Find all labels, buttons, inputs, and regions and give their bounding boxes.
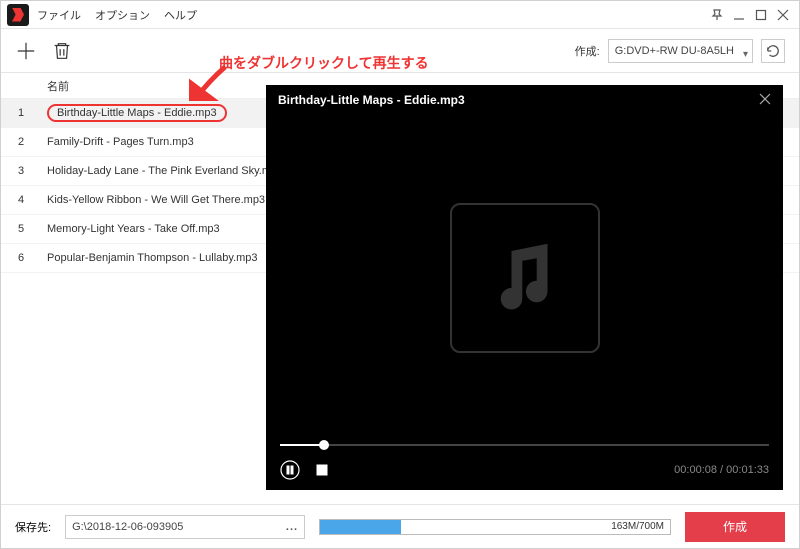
row-number: 5 xyxy=(1,223,41,235)
row-number: 1 xyxy=(1,107,41,119)
toolbar-right: 作成: G:DVD+-RW DU-8A5LH xyxy=(575,39,785,63)
music-placeholder xyxy=(450,203,600,353)
minimize-icon[interactable] xyxy=(733,9,745,21)
save-path-text: G:\2018-12-06-093905 xyxy=(72,521,286,533)
pin-icon[interactable] xyxy=(711,9,723,21)
player-window: Birthday-Little Maps - Eddie.mp3 00:00:0… xyxy=(266,85,783,490)
menu-help[interactable]: ヘルプ xyxy=(164,7,197,23)
create-label: 作成: xyxy=(575,43,600,59)
progress-knob[interactable] xyxy=(319,440,329,450)
titlebar: ファイル オプション ヘルプ xyxy=(1,1,799,29)
player-controls: 00:00:08 / 00:01:33 xyxy=(266,450,783,490)
stop-button[interactable] xyxy=(312,460,332,480)
main-menu: ファイル オプション ヘルプ xyxy=(37,7,197,23)
capacity-fill xyxy=(320,520,400,534)
hint-text: 曲をダブルクリックして再生する xyxy=(219,53,429,73)
bottom-bar: 保存先: G:\2018-12-06-093905 ... 163M/700M … xyxy=(1,504,799,548)
capacity-bar: 163M/700M xyxy=(319,519,671,535)
add-icon[interactable] xyxy=(15,40,37,62)
time-display: 00:00:08 / 00:01:33 xyxy=(674,464,769,476)
pause-button[interactable] xyxy=(280,460,300,480)
close-icon xyxy=(759,93,771,105)
player-close-button[interactable] xyxy=(759,93,771,108)
save-label: 保存先: xyxy=(15,519,51,535)
player-header: Birthday-Little Maps - Eddie.mp3 xyxy=(266,85,783,115)
menu-file[interactable]: ファイル xyxy=(37,7,81,23)
delete-icon[interactable] xyxy=(51,40,73,62)
track-name: Popular-Benjamin Thompson - Lullaby.mp3 xyxy=(47,252,258,264)
pause-icon xyxy=(280,460,300,480)
save-path-field[interactable]: G:\2018-12-06-093905 ... xyxy=(65,515,305,539)
close-icon[interactable] xyxy=(777,9,789,21)
player-title: Birthday-Little Maps - Eddie.mp3 xyxy=(278,93,465,107)
drive-select[interactable]: G:DVD+-RW DU-8A5LH xyxy=(608,39,753,63)
menu-options[interactable]: オプション xyxy=(95,7,150,23)
track-name: Kids-Yellow Ribbon - We Will Get There.m… xyxy=(47,194,265,206)
music-note-icon xyxy=(480,233,570,323)
refresh-button[interactable] xyxy=(761,39,785,63)
create-button[interactable]: 作成 xyxy=(685,512,785,542)
player-artwork xyxy=(266,115,783,440)
track-name: Birthday-Little Maps - Eddie.mp3 xyxy=(47,104,227,122)
time-elapsed: 00:00:08 xyxy=(674,464,717,476)
track-name: Memory-Light Years - Take Off.mp3 xyxy=(47,223,220,235)
row-number: 4 xyxy=(1,194,41,206)
track-name: Holiday-Lady Lane - The Pink Everland Sk… xyxy=(47,165,283,177)
refresh-icon xyxy=(766,44,780,58)
capacity-text: 163M/700M xyxy=(611,520,664,534)
progress-bar[interactable] xyxy=(266,440,783,450)
hint-arrow-icon xyxy=(189,61,229,101)
browse-button[interactable]: ... xyxy=(286,521,298,533)
app-logo xyxy=(7,4,29,26)
window-buttons xyxy=(711,9,799,21)
maximize-icon[interactable] xyxy=(755,9,767,21)
time-duration: 00:01:33 xyxy=(726,464,769,476)
row-number: 2 xyxy=(1,136,41,148)
stop-icon xyxy=(312,460,332,480)
track-name: Family-Drift - Pages Turn.mp3 xyxy=(47,136,194,148)
row-number: 3 xyxy=(1,165,41,177)
row-number: 6 xyxy=(1,252,41,264)
